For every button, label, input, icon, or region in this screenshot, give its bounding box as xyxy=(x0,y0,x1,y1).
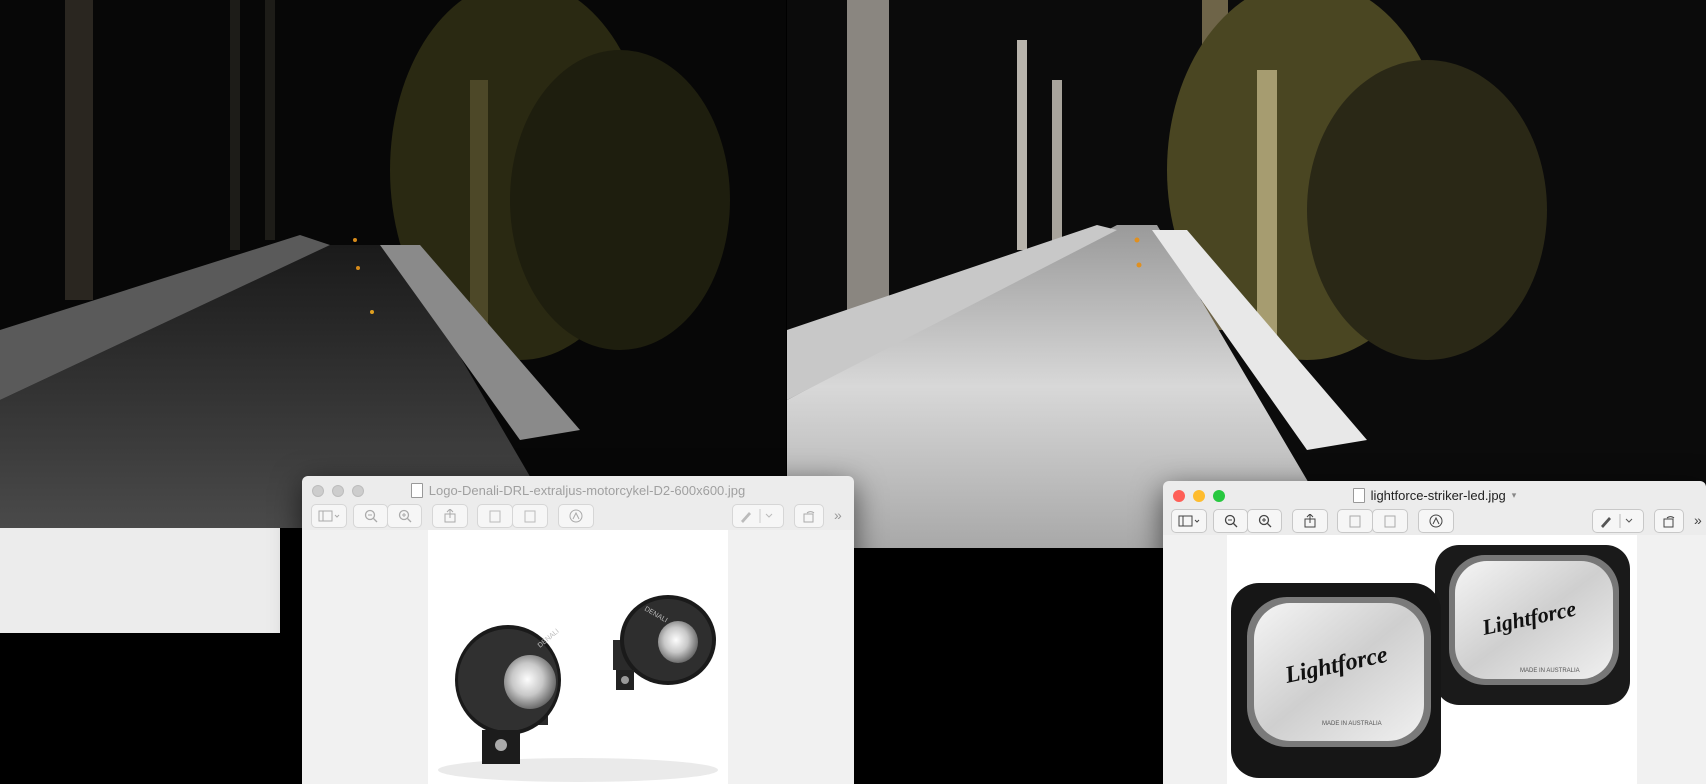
minimize-button[interactable] xyxy=(1193,490,1205,502)
zoom-button[interactable] xyxy=(1213,490,1225,502)
preview-window-denali[interactable]: Logo-Denali-DRL-extraljus-motorcykel-D2-… xyxy=(302,476,854,784)
rotate-button[interactable] xyxy=(794,504,824,528)
window-title: Logo-Denali-DRL-extraljus-motorcykel-D2-… xyxy=(410,482,746,498)
rotate-left-button[interactable] xyxy=(1337,509,1373,533)
markup-icon xyxy=(569,509,583,523)
markup-button[interactable] xyxy=(558,504,594,528)
zoom-in-icon xyxy=(398,509,411,523)
document-icon xyxy=(410,482,423,498)
rotate-left-icon xyxy=(489,510,501,523)
markup-button[interactable] xyxy=(1418,509,1454,533)
pen-menu-button[interactable] xyxy=(732,504,784,528)
sidebar-icon xyxy=(1178,515,1200,527)
share-icon xyxy=(1304,514,1316,528)
svg-text:MADE IN AUSTRALIA: MADE IN AUSTRALIA xyxy=(1322,721,1382,727)
left-photo-bottom-blank xyxy=(0,528,280,633)
zoom-in-button[interactable] xyxy=(1247,509,1282,533)
markup-icon xyxy=(1429,514,1443,528)
rotate-left-icon xyxy=(1349,515,1361,528)
window-toolbar: » xyxy=(302,504,854,530)
zoom-out-icon xyxy=(1224,514,1237,528)
close-button[interactable] xyxy=(1173,490,1185,502)
pen-menu-button[interactable] xyxy=(1592,509,1644,533)
right-night-road-photo xyxy=(787,0,1706,548)
rotate-right-icon xyxy=(524,510,536,523)
zoom-button[interactable] xyxy=(352,485,364,497)
window-titlebar[interactable]: lightforce-striker-led.jpg ▾ xyxy=(1163,481,1706,509)
rotate-icon xyxy=(803,511,815,523)
pen-icon xyxy=(741,509,773,523)
sidebar-toggle-button[interactable] xyxy=(311,504,347,528)
left-night-road-photo xyxy=(0,0,786,528)
rotate-right-button[interactable] xyxy=(512,504,548,528)
product-image-lightforce: Lightforce MADE IN AUSTRALIA Lightforce … xyxy=(1227,535,1637,784)
zoom-in-icon xyxy=(1258,514,1271,528)
rotate-right-icon xyxy=(1384,515,1396,528)
window-toolbar: » xyxy=(1163,509,1706,535)
zoom-out-icon xyxy=(364,509,377,523)
chevron-down-icon[interactable]: ▾ xyxy=(1512,490,1517,501)
overflow-icon[interactable]: » xyxy=(1694,512,1702,528)
sidebar-icon xyxy=(318,510,340,522)
window-title-text: Logo-Denali-DRL-extraljus-motorcykel-D2-… xyxy=(428,482,746,498)
share-button[interactable] xyxy=(1292,509,1328,533)
preview-window-lightforce[interactable]: lightforce-striker-led.jpg ▾ » Lightforc… xyxy=(1163,481,1706,784)
share-icon xyxy=(444,509,456,523)
zoom-in-button[interactable] xyxy=(387,504,422,528)
rotate-button[interactable] xyxy=(1654,509,1684,533)
rotate-icon xyxy=(1663,516,1675,528)
window-titlebar[interactable]: Logo-Denali-DRL-extraljus-motorcykel-D2-… xyxy=(302,476,854,504)
pen-icon xyxy=(1601,514,1633,528)
zoom-out-button[interactable] xyxy=(1213,509,1248,533)
overflow-icon[interactable]: » xyxy=(834,507,842,523)
rotate-left-button[interactable] xyxy=(477,504,513,528)
product-image-denali: DENALI DENALI xyxy=(428,530,728,784)
svg-text:MADE IN AUSTRALIA: MADE IN AUSTRALIA xyxy=(1520,668,1580,674)
rotate-right-button[interactable] xyxy=(1372,509,1408,533)
share-button[interactable] xyxy=(432,504,468,528)
window-title-text: lightforce-striker-led.jpg xyxy=(1370,487,1506,503)
image-canvas: DENALI DENALI xyxy=(302,530,854,784)
window-title[interactable]: lightforce-striker-led.jpg ▾ xyxy=(1352,487,1517,503)
minimize-button[interactable] xyxy=(332,485,344,497)
sidebar-toggle-button[interactable] xyxy=(1171,509,1207,533)
document-icon xyxy=(1352,487,1365,503)
close-button[interactable] xyxy=(312,485,324,497)
image-canvas: Lightforce MADE IN AUSTRALIA Lightforce … xyxy=(1163,535,1706,784)
zoom-out-button[interactable] xyxy=(353,504,388,528)
